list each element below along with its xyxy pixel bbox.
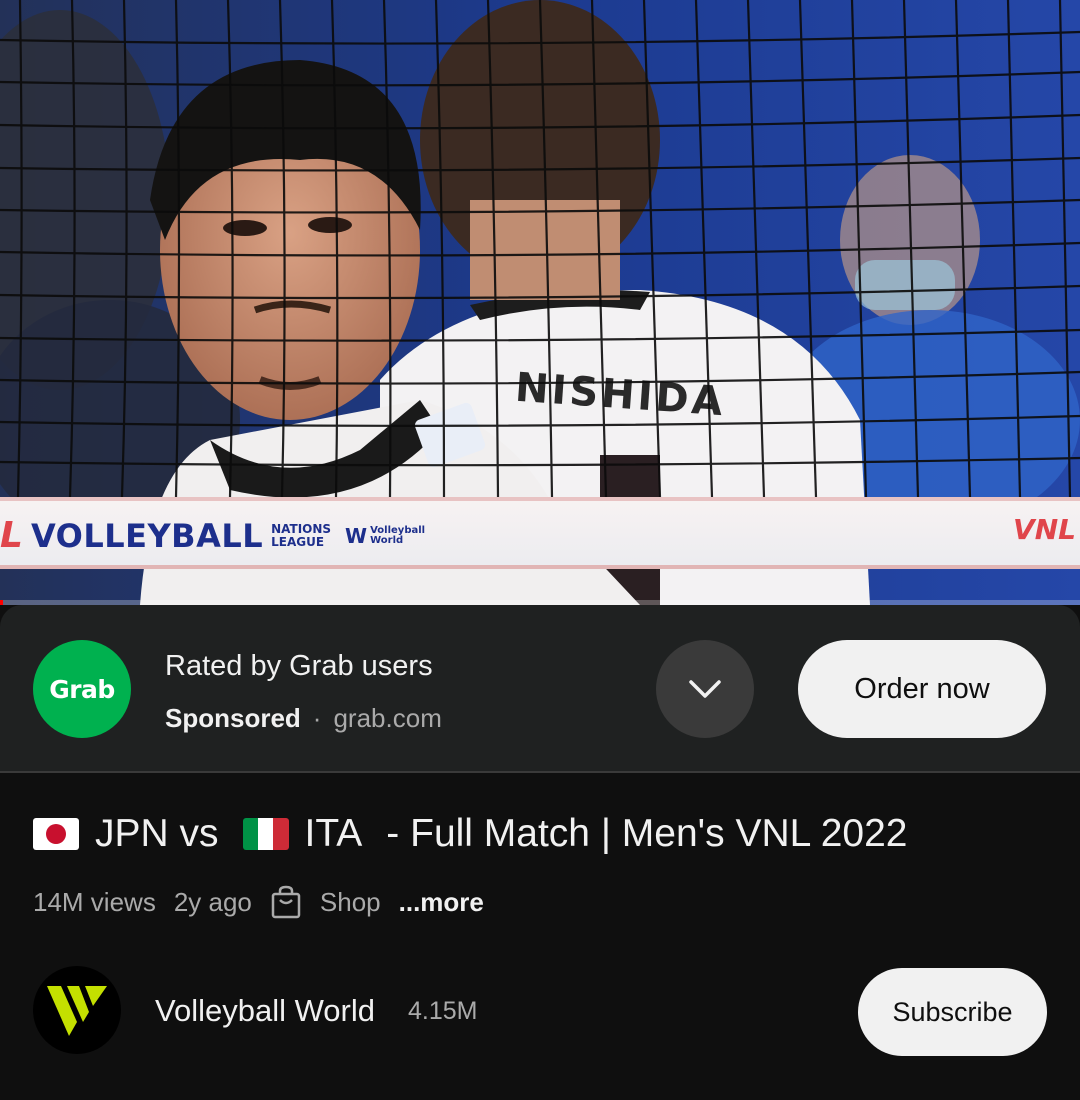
ad-domain: grab.com bbox=[333, 703, 442, 733]
banner-sub-1: NATIONS bbox=[271, 521, 332, 536]
channel-avatar[interactable] bbox=[33, 966, 121, 1054]
meta-separator: · bbox=[312, 703, 322, 733]
sponsored-label: Sponsored bbox=[165, 703, 301, 733]
banner-sub-2: LEAGUE bbox=[271, 534, 325, 549]
video-title[interactable]: JPN vs ITA - Full Match | Men's VNL 2022 bbox=[33, 812, 907, 856]
vnl-net-banner: L VOLLEYBALL NATIONS LEAGUE W Volleyball… bbox=[0, 497, 1080, 569]
order-now-button[interactable]: Order now bbox=[798, 640, 1046, 738]
title-team-2: ITA bbox=[304, 812, 363, 855]
banner-title: VOLLEYBALL bbox=[30, 516, 264, 555]
chevron-down-icon bbox=[689, 680, 721, 698]
more-link[interactable]: ...more bbox=[399, 887, 484, 918]
upload-age: 2y ago bbox=[173, 886, 252, 917]
italy-flag-icon bbox=[242, 818, 289, 850]
grab-logo[interactable]: Grab bbox=[33, 640, 131, 738]
divider bbox=[0, 771, 1080, 773]
shopping-bag-icon bbox=[270, 884, 302, 920]
ad-meta: Sponsored · grab.com bbox=[165, 703, 442, 734]
ad-title[interactable]: Rated by Grab users bbox=[165, 650, 433, 683]
japan-flag-icon bbox=[33, 818, 79, 850]
shop-link[interactable]: Shop bbox=[320, 887, 381, 918]
subscriber-count: 4.15M bbox=[408, 997, 478, 1025]
title-rest: - Full Match | Men's VNL 2022 bbox=[386, 812, 908, 855]
channel-name[interactable]: Volleyball World bbox=[155, 993, 375, 1029]
banner-vw-2: World bbox=[370, 534, 404, 546]
volleyball-world-mark: W Volleyball World bbox=[345, 523, 426, 548]
volleyball-world-logo-icon bbox=[47, 986, 107, 1036]
title-team-1: JPN vs bbox=[95, 812, 219, 855]
video-player[interactable]: NISHIDA L VOLLEYBALL NATIONS LEAGUE W Vo… bbox=[0, 0, 1080, 605]
video-progress-fill bbox=[0, 600, 4, 605]
video-meta-row[interactable]: 14M views 2y ago Shop ...more bbox=[33, 884, 484, 920]
view-count: 14M views bbox=[33, 886, 156, 917]
ad-expand-button[interactable] bbox=[656, 640, 754, 738]
subscribe-button[interactable]: Subscribe bbox=[858, 968, 1047, 1056]
banner-vnl-logo: VNL bbox=[1013, 513, 1076, 546]
